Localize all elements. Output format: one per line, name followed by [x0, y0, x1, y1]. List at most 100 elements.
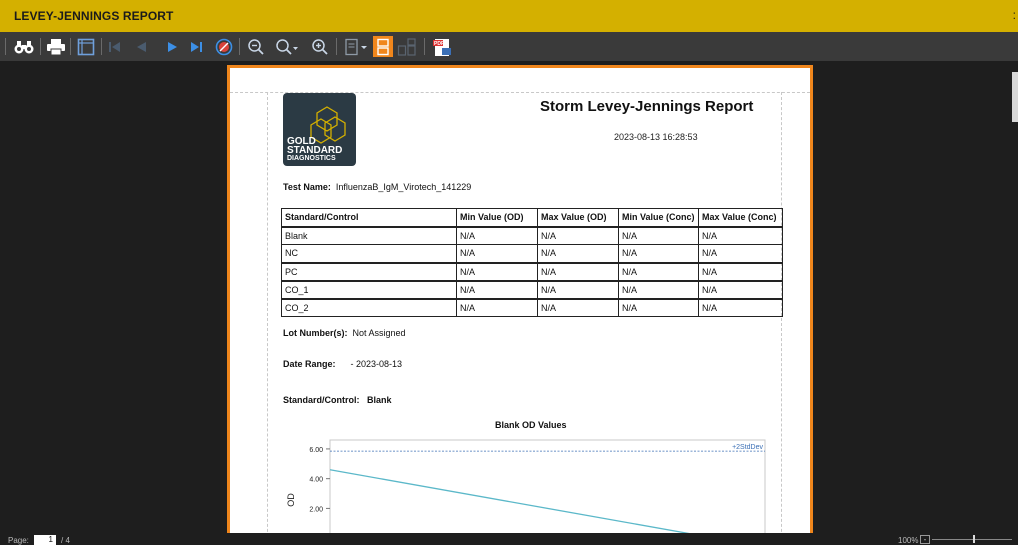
test-name-value: InfluenzaB_IgM_Virotech_141229	[335, 182, 472, 192]
table-cell: N/A	[698, 298, 783, 317]
date-range-label: Date Range:	[283, 359, 336, 369]
table-cell: N/A	[698, 262, 783, 282]
previous-page-icon[interactable]	[132, 36, 150, 57]
table-row: CO_1 N/A N/A N/A N/A	[281, 280, 783, 300]
table-cell: N/A	[456, 262, 538, 282]
page-number-input[interactable]: 1	[34, 535, 56, 545]
zoom-percent: 100%	[898, 536, 919, 545]
table-cell: N/A	[537, 244, 619, 264]
toolbar-separator	[424, 38, 425, 55]
table-cell: N/A	[537, 280, 619, 300]
single-page-icon[interactable]	[342, 36, 370, 57]
last-page-icon[interactable]	[188, 36, 206, 57]
table-header-row: Standard/Control Min Value (OD) Max Valu…	[281, 208, 783, 228]
first-page-icon[interactable]	[106, 36, 124, 57]
table-cell: N/A	[618, 262, 699, 282]
table-cell: N/A	[618, 280, 699, 300]
control-table: Standard/Control Min Value (OD) Max Valu…	[281, 208, 783, 317]
od-values-chart: 6.004.002.000.00+2StdDevOD	[286, 439, 766, 533]
report-page: GOLD STANDARD DIAGNOSTICS Storm Levey-Je…	[227, 65, 813, 533]
toolbar-separator	[336, 38, 337, 55]
title-bar: LEVEY-JENNINGS REPORT :	[0, 0, 1018, 32]
table-cell: N/A	[456, 226, 538, 245]
table-cell: N/A	[456, 244, 538, 264]
table-cell: N/A	[537, 262, 619, 282]
export-pdf-icon[interactable]: PDF	[430, 36, 454, 57]
chart-title: Blank OD Values	[495, 420, 567, 430]
table-header: Standard/Control	[281, 208, 457, 228]
test-name-label: Test Name:	[283, 182, 331, 192]
y-tick-label: 2.00	[309, 506, 323, 513]
page-setup-icon[interactable]	[75, 36, 97, 57]
date-range-row: Date Range: - 2023-08-13	[283, 359, 402, 369]
logo-text: DIAGNOSTICS	[287, 155, 336, 162]
table-row: PC N/A N/A N/A N/A	[281, 262, 783, 282]
reference-line-label: +2StdDev	[732, 444, 763, 451]
table-cell: N/A	[537, 226, 619, 245]
table-cell: N/A	[537, 298, 619, 317]
standard-control-label: Standard/Control:	[283, 395, 360, 405]
page-total: / 4	[61, 536, 70, 545]
zoom-icon[interactable]	[274, 36, 300, 57]
next-page-icon[interactable]	[164, 36, 182, 57]
table-cell: N/A	[456, 298, 538, 317]
standard-control-value: Blank	[367, 395, 392, 405]
table-header: Min Value (OD)	[456, 208, 538, 228]
table-cell: N/A	[618, 226, 699, 245]
test-name-row: Test Name: InfluenzaB_IgM_Virotech_14122…	[283, 182, 471, 192]
standard-control-row: Standard/Control: Blank	[283, 395, 392, 405]
window-title: LEVEY-JENNINGS REPORT	[14, 9, 174, 23]
lot-number-row: Lot Number(s): Not Assigned	[283, 328, 406, 338]
svg-text:PDF: PDF	[434, 41, 444, 47]
y-tick-label: 6.00	[309, 447, 323, 454]
zoom-slider[interactable]	[932, 539, 1012, 540]
plot-area	[329, 439, 766, 533]
vertical-scrollbar-thumb[interactable]	[1012, 72, 1018, 122]
table-header: Max Value (OD)	[537, 208, 619, 228]
toolbar-separator	[40, 38, 41, 55]
zoom-out-button[interactable]: -	[920, 535, 930, 544]
table-cell: N/A	[698, 280, 783, 300]
stop-icon[interactable]	[214, 36, 234, 57]
page-label: Page:	[8, 536, 29, 545]
table-header: Min Value (Conc)	[618, 208, 699, 228]
print-icon[interactable]	[45, 36, 67, 57]
y-axis-label: OD	[286, 493, 296, 507]
date-range-value: - 2023-08-13	[350, 359, 403, 369]
table-row: NC N/A N/A N/A N/A	[281, 244, 783, 264]
zoom-in-icon[interactable]	[310, 36, 330, 57]
report-date: 2023-08-13 16:28:53	[614, 132, 698, 142]
report-title: Storm Levey-Jennings Report	[540, 98, 754, 115]
window-menu-handle[interactable]: :	[1013, 8, 1016, 22]
report-viewer[interactable]: GOLD STANDARD DIAGNOSTICS Storm Levey-Je…	[0, 61, 1018, 533]
toolbar: PDF	[0, 32, 1018, 61]
status-bar: Page: 1 / 4 100% -	[0, 533, 1018, 545]
table-cell: PC	[281, 262, 457, 282]
table-header: Max Value (Conc)	[698, 208, 783, 228]
table-cell: NC	[281, 244, 457, 264]
table-cell: N/A	[698, 226, 783, 245]
table-cell: N/A	[698, 244, 783, 264]
table-row: CO_2 N/A N/A N/A N/A	[281, 298, 783, 317]
zoom-out-icon[interactable]	[246, 36, 266, 57]
table-cell: N/A	[618, 298, 699, 317]
margin-guide	[267, 92, 268, 533]
table-cell: Blank	[281, 226, 457, 245]
table-row: Blank N/A N/A N/A N/A	[281, 226, 783, 245]
toolbar-separator	[239, 38, 240, 55]
table-cell: N/A	[618, 244, 699, 264]
lot-number-label: Lot Number(s):	[283, 328, 348, 338]
y-tick-label: 4.00	[309, 477, 323, 484]
toolbar-separator	[101, 38, 102, 55]
toolbar-separator	[70, 38, 71, 55]
table-cell: CO_2	[281, 298, 457, 317]
zoom-slider-handle[interactable]	[973, 535, 975, 543]
series-line	[329, 469, 690, 533]
multiple-pages-icon[interactable]	[396, 36, 418, 57]
lot-number-value: Not Assigned	[352, 328, 406, 338]
table-cell: N/A	[456, 280, 538, 300]
table-cell: CO_1	[281, 280, 457, 300]
continuous-icon[interactable]	[373, 36, 393, 57]
find-icon[interactable]	[12, 36, 36, 57]
company-logo: GOLD STANDARD DIAGNOSTICS	[283, 93, 356, 166]
